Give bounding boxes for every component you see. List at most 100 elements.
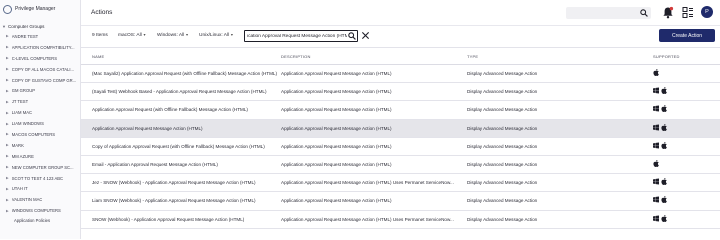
notification-bell-icon[interactable]: [662, 6, 674, 19]
cell-name: Jez - SNOW (Webhook) - Application Appro…: [92, 180, 256, 186]
chevron-right-icon[interactable]: ▶: [6, 165, 9, 169]
tree-item[interactable]: ▶ SCOT TO TEST 4 123 ABC: [2, 173, 80, 184]
cell-description: Application Approval Request Message Act…: [281, 107, 392, 113]
clear-search-icon[interactable]: [361, 31, 370, 40]
tree-item[interactable]: ▶ JT TEST: [2, 96, 80, 107]
chevron-right-icon[interactable]: ▶: [6, 111, 9, 115]
tree-root-computer-groups[interactable]: ▼ Computer Groups: [2, 21, 80, 31]
action-search-input[interactable]: [247, 31, 347, 41]
action-search-box: [244, 30, 358, 42]
filter-macos[interactable]: macOS: All▼: [118, 33, 146, 38]
apple-icon: [661, 214, 667, 223]
cell-description: Application Approval Request Message Act…: [281, 125, 392, 131]
app-logo-icon: [3, 4, 12, 14]
apple-icon: [661, 105, 667, 113]
brand[interactable]: Privilege Manager: [3, 4, 55, 14]
cell-description: Application Approval Request Message Act…: [281, 161, 392, 167]
cell-name: (Mac Sayali2) Application Approval Reque…: [92, 71, 278, 76]
toolbar: 9 Items macOS: All▼ Windows: All▼ Unix/L…: [81, 26, 720, 47]
cell-description: Application Approval Request Message Act…: [281, 216, 454, 222]
chevron-right-icon[interactable]: ▶: [6, 187, 9, 191]
cell-description: Application Approval Request Message Act…: [281, 71, 392, 76]
windows-icon: [653, 124, 659, 132]
table-row[interactable]: Jez - SNOW (Webhook) - Application Appro…: [81, 174, 720, 193]
cell-supported: [653, 123, 667, 132]
items-count: 9 Items: [92, 33, 108, 38]
column-header-description[interactable]: DESCRIPTION: [281, 54, 311, 59]
tree-item[interactable]: ▶ UTAH IT: [2, 183, 80, 194]
table-row[interactable]: Copy of Application Approval Request (wi…: [81, 138, 720, 156]
cell-type: Display Advanced Message Action: [467, 125, 538, 131]
tree-item[interactable]: ▶ LIAM WINDOWS: [2, 118, 80, 129]
cell-description: Application Approval Request Message Act…: [281, 198, 392, 204]
chevron-right-icon[interactable]: ▶: [6, 67, 9, 71]
table-row[interactable]: Application Approval Request Message Act…: [81, 119, 720, 138]
chevron-right-icon[interactable]: ▶: [6, 89, 9, 93]
header: Actions P: [81, 0, 720, 26]
table-row[interactable]: Email - Application Approval Request Mes…: [81, 156, 720, 175]
chevron-right-icon[interactable]: ▶: [6, 209, 9, 213]
windows-icon: [653, 105, 659, 113]
tree-item[interactable]: ▶ VALENTIN MAC: [2, 194, 80, 205]
chevron-right-icon[interactable]: ▶: [6, 56, 9, 60]
chevron-right-icon[interactable]: ▶: [6, 45, 9, 49]
cell-name: Application Approval Request (with Offli…: [92, 107, 248, 113]
table-row[interactable]: Liam SNOW (Webhook) - Application Approv…: [81, 192, 720, 211]
apple-icon: [653, 69, 659, 77]
chevron-right-icon[interactable]: ▶: [6, 143, 9, 147]
tree-item[interactable]: ▶ C-LEVEL COMPUTERS: [2, 53, 80, 64]
apple-icon: [661, 196, 667, 204]
apple-icon: [653, 159, 659, 168]
chevron-down-icon: ▼: [185, 33, 189, 37]
tree-item[interactable]: ▶ MARK: [2, 140, 80, 151]
chevron-right-icon[interactable]: ▶: [6, 100, 9, 104]
tree-item[interactable]: ▶ COPY OF ALL MACOS CATALI...: [2, 64, 80, 75]
search-icon[interactable]: [348, 32, 356, 40]
cell-name: (Sayali Test) Webhook Based - Applicatio…: [92, 89, 267, 95]
tree-item[interactable]: ▶ WINDOWS COMPUTERS: [2, 205, 80, 216]
tree-item-application-policies[interactable]: Application Policies: [2, 216, 80, 224]
cell-type: Display Advanced Message Action: [467, 89, 538, 95]
tree-item[interactable]: ▶ MACOS COMPUTERS: [2, 129, 80, 140]
table-row[interactable]: (Mac Sayali2) Application Approval Reque…: [81, 65, 720, 84]
tree-item[interactable]: ▶ LIAM MAC: [2, 107, 80, 118]
windows-icon: [653, 178, 659, 186]
table-row[interactable]: Application Approval Request (with Offli…: [81, 101, 720, 120]
app: Privilege Manager ▼ Computer Groups ▶ AND…: [0, 0, 720, 239]
chevron-right-icon[interactable]: ▶: [6, 34, 9, 38]
tree-item[interactable]: ▶ COPY OF GUSTAVO COMP GR...: [2, 75, 80, 86]
chevron-right-icon[interactable]: ▶: [6, 154, 9, 158]
windows-icon: [653, 142, 659, 150]
chevron-right-icon[interactable]: ▶: [6, 176, 9, 180]
create-action-button[interactable]: Create Action: [659, 29, 715, 42]
tree-item[interactable]: ▶ NEW COMPUTER GROUP SC...: [2, 162, 80, 173]
cell-type: Display Advanced Message Action: [467, 107, 538, 113]
tree-item[interactable]: ▶ MM AZURE: [2, 151, 80, 162]
table-row[interactable]: (Sayali Test) Webhook Based - Applicatio…: [81, 83, 720, 102]
filter-unix-linux[interactable]: Unix/Linux: All▼: [199, 33, 234, 38]
tree-item[interactable]: ▶ APPLICATION COMPATIBILITY...: [2, 42, 80, 53]
chevron-right-icon[interactable]: ▶: [6, 78, 9, 82]
chevron-right-icon[interactable]: ▶: [6, 132, 9, 136]
tree-item[interactable]: ▶ ANDRE TEST: [2, 31, 80, 42]
column-header-name[interactable]: NAME: [92, 54, 104, 59]
grid-view-icon[interactable]: [682, 6, 694, 19]
table-header: NAME DESCRIPTION TYPE SUPPORTED: [81, 47, 720, 65]
apple-icon: [661, 178, 667, 186]
chevron-down-icon: ▼: [142, 33, 147, 37]
column-header-type[interactable]: TYPE: [467, 54, 478, 59]
cell-type: Display Advanced Message Action: [467, 161, 538, 167]
table-row[interactable]: SNOW (Webhook) - Application Approval Re…: [81, 211, 720, 229]
filter-windows[interactable]: Windows: All▼: [157, 33, 189, 38]
cell-supported: [653, 178, 667, 186]
tree-item[interactable]: ▶ GM GROUP: [2, 85, 80, 96]
chevron-right-icon[interactable]: ▶: [6, 198, 9, 202]
cell-supported: [653, 69, 659, 77]
avatar[interactable]: P: [701, 6, 713, 18]
search-icon[interactable]: [640, 9, 648, 17]
cell-type: Display Advanced Message Action: [467, 180, 538, 186]
column-header-supported[interactable]: SUPPORTED: [653, 54, 680, 59]
chevron-right-icon[interactable]: ▶: [6, 122, 9, 126]
global-search-input[interactable]: [566, 7, 651, 19]
app-name: Privilege Manager: [15, 6, 56, 12]
